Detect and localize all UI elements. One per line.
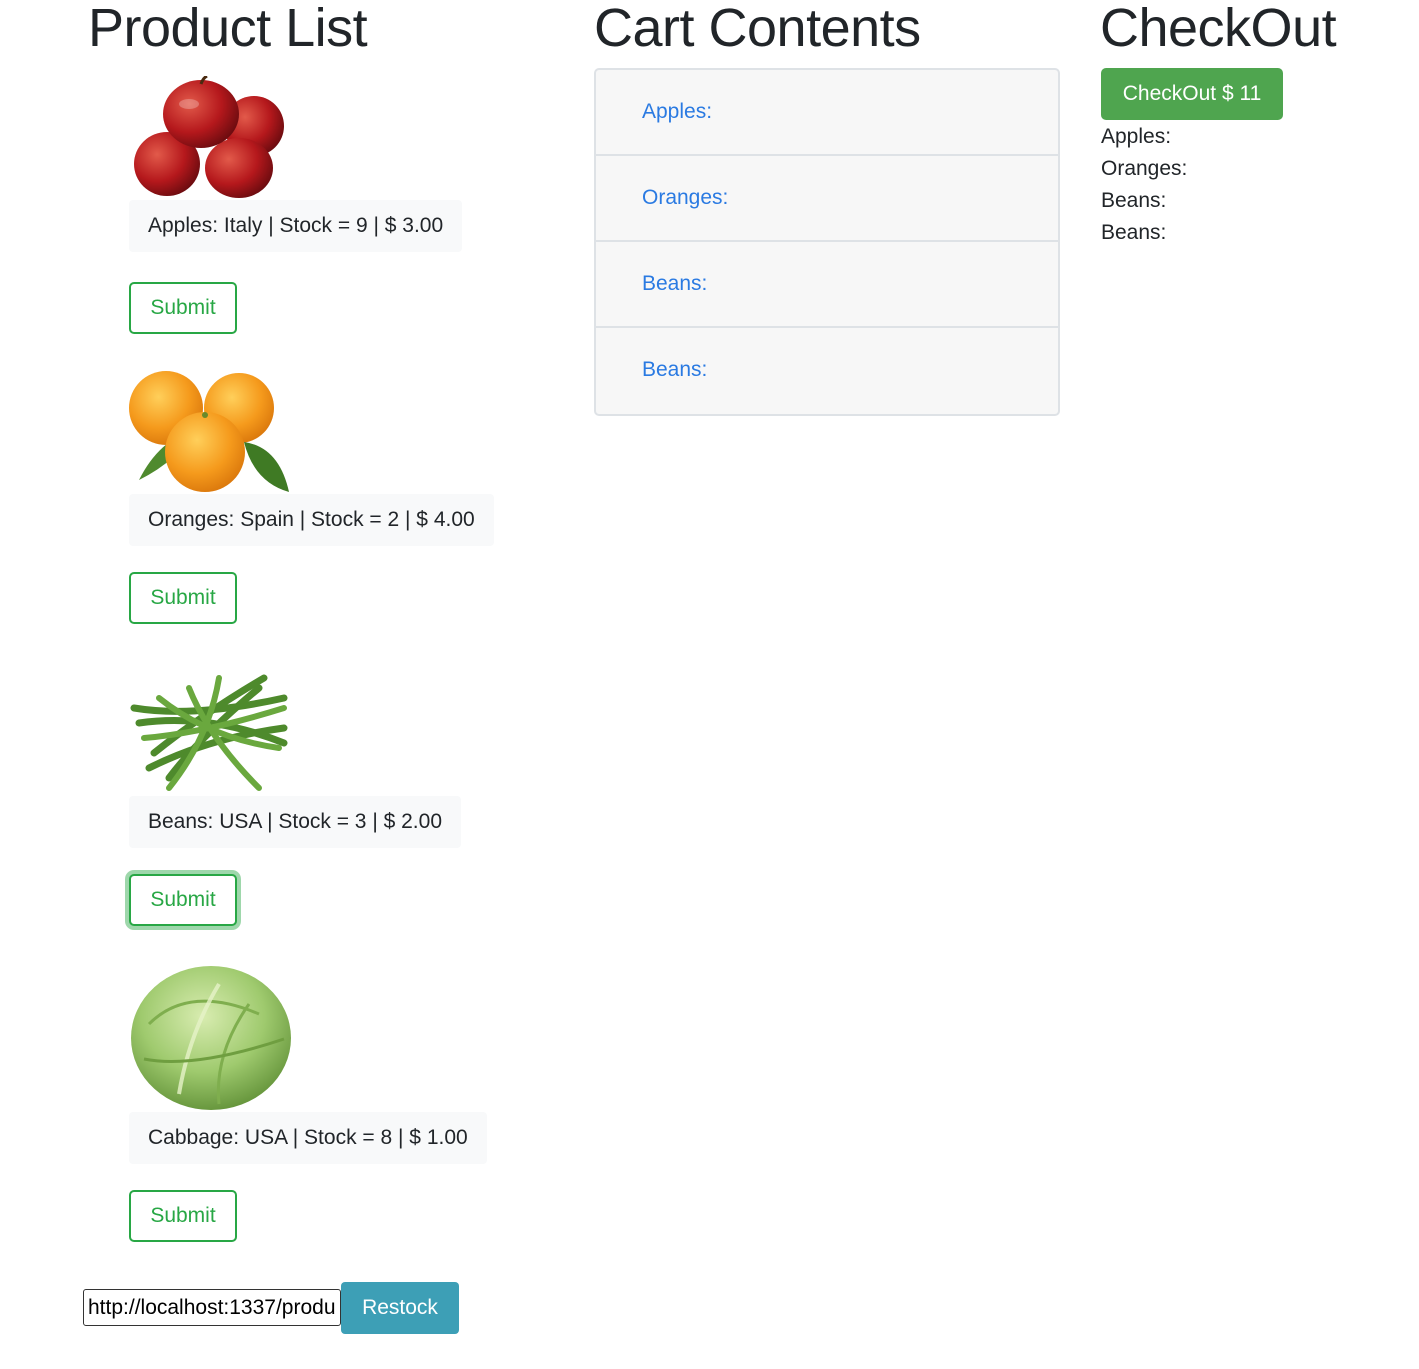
cart-list: Apples: Oranges: Beans: Beans:: [594, 68, 1060, 416]
product-item-oranges: Oranges: Spain | Stock = 2 | $ 4.00: [129, 370, 494, 546]
checkout-item: Apples:: [1101, 125, 1172, 148]
product-label: Cabbage: USA | Stock = 8 | $ 1.00: [129, 1112, 487, 1164]
product-label: Apples: Italy | Stock = 9 | $ 3.00: [129, 200, 463, 252]
product-label: Oranges: Spain | Stock = 2 | $ 4.00: [129, 494, 494, 546]
product-item-apples: Apples: Italy | Stock = 9 | $ 3.00: [129, 76, 463, 252]
cart-item[interactable]: Beans:: [596, 328, 1058, 414]
restock-url-input[interactable]: [83, 1289, 341, 1326]
page: Product List Cart Contents CheckOut Appl…: [0, 0, 1419, 1369]
product-list-heading: Product List: [88, 0, 368, 58]
beans-image: [129, 668, 299, 796]
checkout-item: Beans:: [1101, 221, 1167, 244]
oranges-image: [129, 370, 299, 494]
apples-image: [129, 76, 299, 200]
checkout-button[interactable]: CheckOut $ 11: [1101, 68, 1283, 120]
checkout-item: Beans:: [1101, 189, 1167, 212]
product-item-cabbage: Cabbage: USA | Stock = 8 | $ 1.00: [129, 964, 487, 1164]
product-item-beans: Beans: USA | Stock = 3 | $ 2.00: [129, 668, 461, 848]
restock-button[interactable]: Restock: [341, 1282, 459, 1334]
submit-oranges-button[interactable]: Submit: [129, 572, 237, 624]
submit-beans-button[interactable]: Submit: [129, 874, 237, 926]
cart-item[interactable]: Oranges:: [596, 156, 1058, 242]
checkout-heading: CheckOut: [1100, 0, 1337, 58]
checkout-item: Oranges:: [1101, 157, 1188, 180]
checkout-list: Apples: Oranges: Beans: Beans:: [1101, 121, 1187, 249]
submit-apples-button[interactable]: Submit: [129, 282, 237, 334]
cart-contents-heading: Cart Contents: [594, 0, 921, 58]
cart-item[interactable]: Beans:: [596, 242, 1058, 328]
submit-cabbage-button[interactable]: Submit: [129, 1190, 237, 1242]
product-label: Beans: USA | Stock = 3 | $ 2.00: [129, 796, 461, 848]
cabbage-image: [129, 964, 299, 1112]
cart-item[interactable]: Apples:: [596, 70, 1058, 156]
